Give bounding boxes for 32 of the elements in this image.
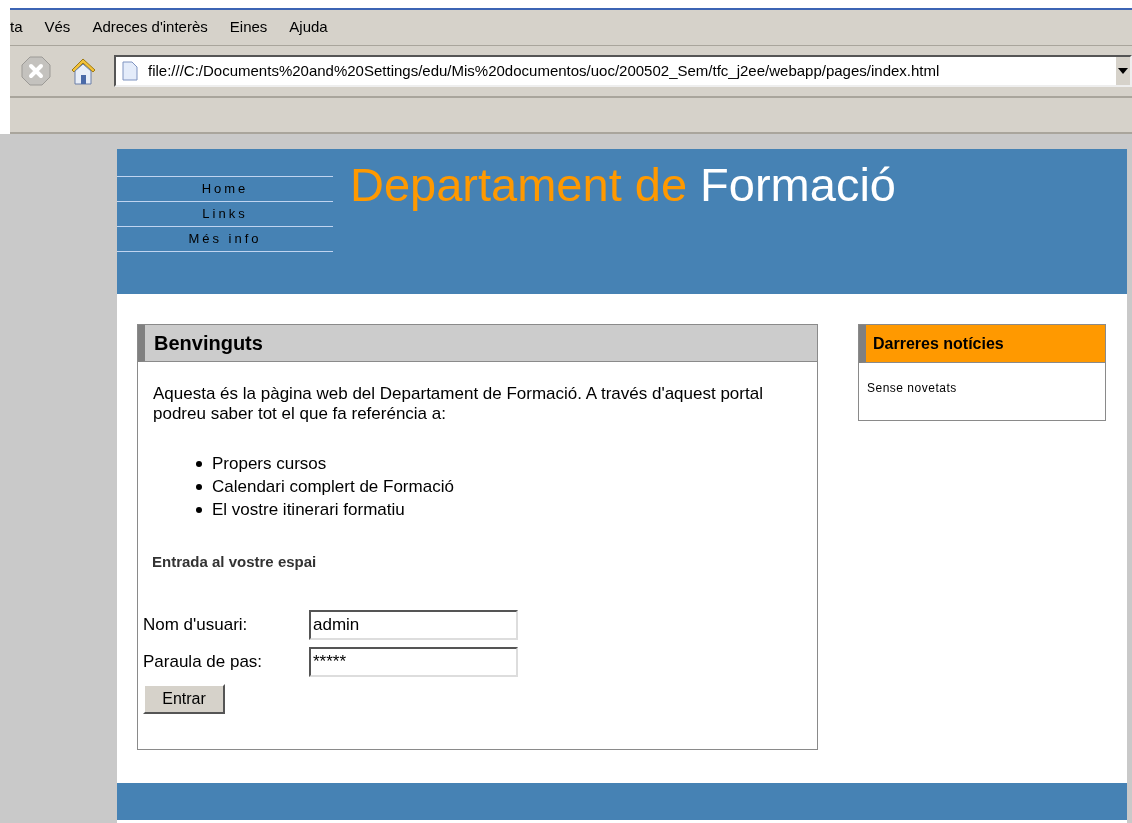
panel-title: Benvinguts xyxy=(154,331,263,356)
bullet-icon xyxy=(196,506,202,513)
panel-title: Darreres notícies xyxy=(873,333,1004,354)
nav-link[interactable]: Més info xyxy=(188,229,262,249)
menu-item[interactable]: Eines xyxy=(229,16,268,39)
list-item: Calendari complert de Formació xyxy=(212,476,454,498)
dropdown-button[interactable] xyxy=(1116,57,1130,85)
nav-link[interactable]: Home xyxy=(201,179,249,199)
input-field[interactable]: admin xyxy=(309,609,518,640)
site-title: Departament de xyxy=(350,158,689,211)
address-text: file:///C:/Documents%20and%20Settings/edu/Mis%20documentos/uoc/200502_Sem/tfc_j2ee/webapp/pages/index.html xyxy=(148,60,941,81)
bullet-icon xyxy=(196,460,202,467)
site-title: Formació xyxy=(700,158,896,211)
menu-item[interactable]: Ajuda xyxy=(289,16,328,39)
stop-icon[interactable] xyxy=(20,55,52,87)
menu-item[interactable]: Adreces d'interès xyxy=(92,16,208,39)
submit-button[interactable]: Entrar xyxy=(143,683,225,714)
caret-icon xyxy=(1118,68,1128,74)
nav-link[interactable]: Links xyxy=(202,204,248,224)
bullet-icon xyxy=(196,483,202,490)
list-item: Propers cursos xyxy=(212,453,327,475)
field-label: Nom d'usuari: xyxy=(143,613,249,636)
news-text: Sense novetats xyxy=(867,380,958,397)
list-item: El vostre itinerari formatiu xyxy=(212,499,405,521)
input-field[interactable]: ***** xyxy=(309,646,518,677)
menu-item[interactable]: Vés xyxy=(44,16,71,39)
login-heading: Entrada al vostre espai xyxy=(152,552,318,572)
menu-item[interactable]: ta xyxy=(10,16,23,39)
intro-text: Aquesta és la pàgina web del Departament de Formació. A través d'aquest portal podreu saber tot el que fa referéncia a: xyxy=(153,384,764,424)
field-label: Paraula de pas: xyxy=(143,650,264,673)
address-field[interactable]: file:///C:/Documents%20and%20Settings/edu/Mis%20documentos/uoc/200502_Sem/tfc_j2ee/webapp/pages/index.html xyxy=(114,55,1132,87)
file-icon xyxy=(122,61,138,81)
